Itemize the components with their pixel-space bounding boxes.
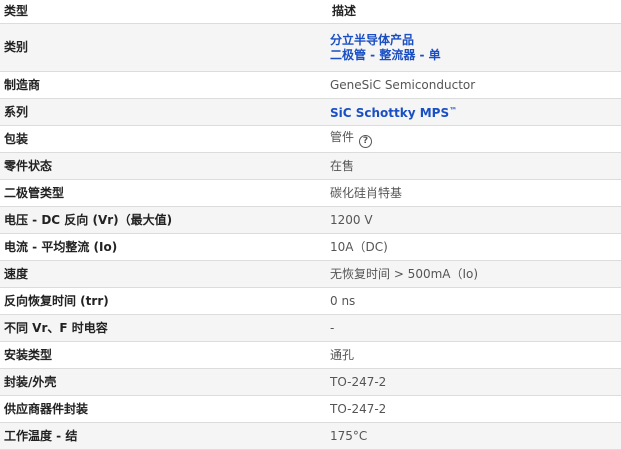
row-value: 175°C <box>328 422 621 450</box>
row-value: 在售 <box>328 152 621 180</box>
table-row-reverse-recovery-time: 反向恢复时间 (trr) 0 ns <box>0 287 621 315</box>
row-label: 包装 <box>0 125 328 153</box>
row-label: 不同 Vr、F 时电容 <box>0 314 328 342</box>
row-label: 安装类型 <box>0 341 328 369</box>
category-link-discrete-semiconductors[interactable]: 分立半导体产品 <box>330 33 621 48</box>
row-value: 通孔 <box>328 341 621 369</box>
table-row-current-avg-rectified: 电流 - 平均整流 (Io) 10A（DC) <box>0 233 621 261</box>
row-value: 1200 V <box>328 206 621 234</box>
row-label: 工作温度 - 结 <box>0 422 328 450</box>
table-row-packaging: 包装 管件? <box>0 125 621 153</box>
row-label: 二极管类型 <box>0 179 328 207</box>
table-body: 类别 分立半导体产品 二极管 - 整流器 - 单 制造商 GeneSiC Sem… <box>0 23 621 450</box>
row-value: 碳化硅肖特基 <box>328 179 621 207</box>
row-label: 反向恢复时间 (trr) <box>0 287 328 315</box>
table-row-supplier-device-package: 供应商器件封装 TO-247-2 <box>0 395 621 423</box>
row-label: 电压 - DC 反向 (Vr)（最大值) <box>0 206 328 234</box>
table-row-speed: 速度 无恢复时间 > 500mA（Io) <box>0 260 621 288</box>
row-label: 类别 <box>0 23 328 72</box>
row-value: - <box>328 314 621 342</box>
row-value: GeneSiC Semiconductor <box>328 71 621 99</box>
series-link[interactable]: SiC Schottky MPS™ <box>330 106 457 120</box>
row-value: TO-247-2 <box>328 368 621 396</box>
row-label: 速度 <box>0 260 328 288</box>
packaging-value: 管件 <box>330 130 355 144</box>
row-value: SiC Schottky MPS™ <box>328 98 621 126</box>
row-label: 制造商 <box>0 71 328 99</box>
row-label: 系列 <box>0 98 328 126</box>
row-value: 无恢复时间 > 500mA（Io) <box>328 260 621 288</box>
row-value: 10A（DC) <box>328 233 621 261</box>
table-row-part-status: 零件状态 在售 <box>0 152 621 180</box>
row-value: 分立半导体产品 二极管 - 整流器 - 单 <box>328 23 621 72</box>
row-label: 供应商器件封装 <box>0 395 328 423</box>
question-circle-icon[interactable]: ? <box>359 135 373 148</box>
trademark-mark: ™ <box>449 106 458 115</box>
series-link-text: SiC Schottky MPS <box>330 106 450 120</box>
row-label: 零件状态 <box>0 152 328 180</box>
category-link-rectifiers-single[interactable]: 二极管 - 整流器 - 单 <box>330 48 621 63</box>
column-header-description: 描述 <box>328 0 621 24</box>
table-row-mounting-type: 安装类型 通孔 <box>0 341 621 369</box>
row-value: 管件? <box>328 125 621 153</box>
table-row-manufacturer: 制造商 GeneSiC Semiconductor <box>0 71 621 99</box>
table-row-series: 系列 SiC Schottky MPS™ <box>0 98 621 126</box>
column-header-type: 类型 <box>0 0 328 24</box>
table-header: 类型 描述 <box>0 0 621 24</box>
row-value: TO-247-2 <box>328 395 621 423</box>
table-row-diode-type: 二极管类型 碳化硅肖特基 <box>0 179 621 207</box>
row-label: 电流 - 平均整流 (Io) <box>0 233 328 261</box>
table-row-category: 类别 分立半导体产品 二极管 - 整流器 - 单 <box>0 23 621 72</box>
spec-table: 类型 描述 类别 分立半导体产品 二极管 - 整流器 - 单 制造商 GeneS… <box>0 0 621 450</box>
table-row-operating-temperature: 工作温度 - 结 175°C <box>0 422 621 450</box>
table-row-capacitance: 不同 Vr、F 时电容 - <box>0 314 621 342</box>
table-row-voltage-dc-reverse: 电压 - DC 反向 (Vr)（最大值) 1200 V <box>0 206 621 234</box>
table-row-package-case: 封装/外壳 TO-247-2 <box>0 368 621 396</box>
row-value: 0 ns <box>328 287 621 315</box>
header-row: 类型 描述 <box>0 0 621 24</box>
row-label: 封装/外壳 <box>0 368 328 396</box>
